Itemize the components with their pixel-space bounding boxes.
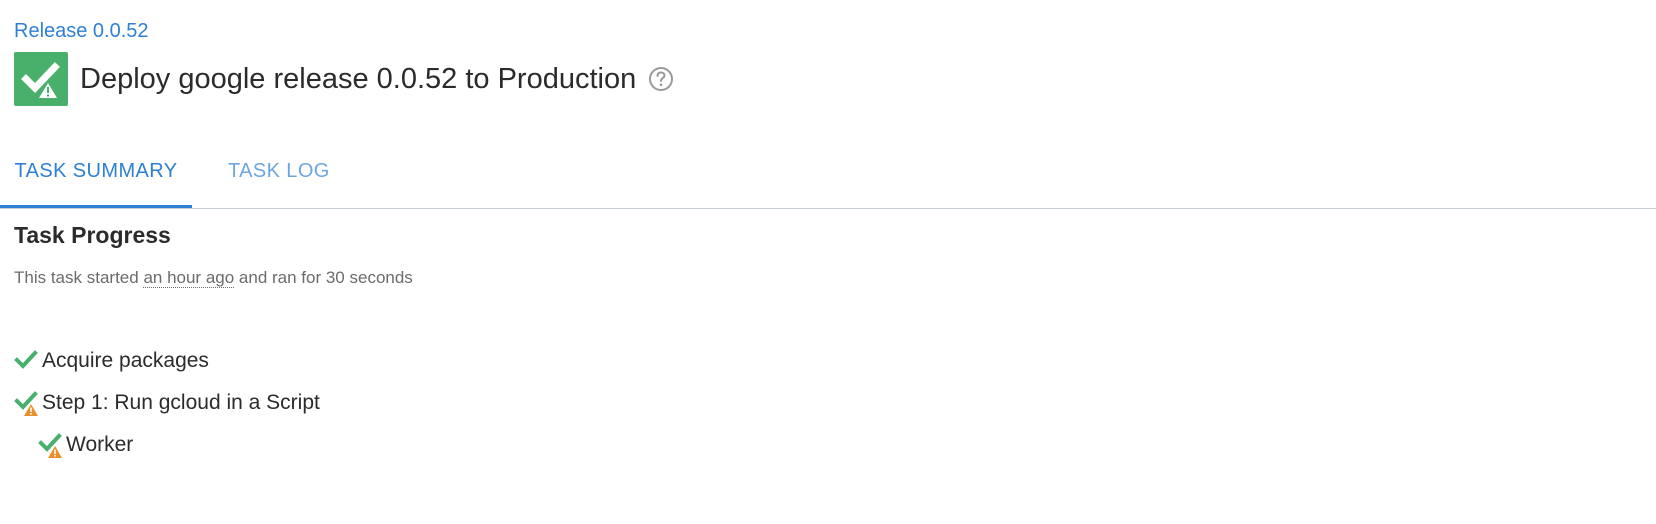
help-circle-icon[interactable] xyxy=(648,66,674,92)
task-item-acquire-packages[interactable]: Acquire packages xyxy=(14,340,320,382)
task-page: Release 0.0.52 Deploy google release 0.0… xyxy=(0,0,1656,524)
success-with-warning-icon xyxy=(38,431,64,459)
summary-suffix: and ran for 30 seconds xyxy=(234,268,413,287)
task-progress-heading: Task Progress xyxy=(14,222,171,248)
breadcrumb-release-link[interactable]: Release 0.0.52 xyxy=(14,20,149,43)
task-item-step-1[interactable]: Step 1: Run gcloud in a Script xyxy=(14,382,320,424)
task-list: Acquire packages Step 1: Run gcloud in a… xyxy=(14,340,320,466)
task-item-worker[interactable]: Worker xyxy=(38,424,320,466)
success-with-warning-icon xyxy=(14,52,68,106)
started-time[interactable]: an hour ago xyxy=(143,268,235,288)
task-label: Acquire packages xyxy=(42,349,209,372)
task-label: Worker xyxy=(66,433,134,456)
tab-task-summary[interactable]: TASK SUMMARY xyxy=(0,140,192,208)
task-label: Step 1: Run gcloud in a Script xyxy=(42,391,320,414)
page-title: Deploy google release 0.0.52 to Producti… xyxy=(80,62,637,95)
tab-task-log[interactable]: TASK LOG xyxy=(228,140,330,208)
success-with-warning-icon xyxy=(14,389,40,417)
tab-bar: TASK SUMMARY TASK LOG xyxy=(0,140,1656,209)
task-summary-text: This task started an hour ago and ran fo… xyxy=(14,268,413,288)
success-check-icon xyxy=(14,347,40,375)
title-row: Deploy google release 0.0.52 to Producti… xyxy=(14,52,674,106)
summary-prefix: This task started xyxy=(14,268,144,287)
